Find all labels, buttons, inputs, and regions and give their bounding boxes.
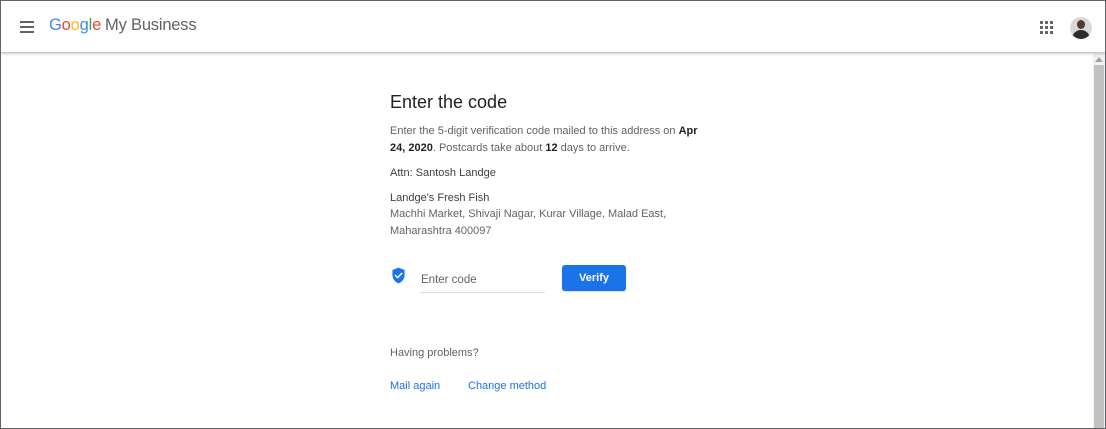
logo-letter: e: [92, 16, 102, 34]
avatar-head: [1077, 20, 1085, 29]
logo-product-name: My Business: [105, 16, 197, 34]
logo-letter: o: [61, 16, 71, 34]
page-title: Enter the code: [390, 92, 508, 112]
grid-dot: [1050, 26, 1053, 29]
browser-frame: Google My Business Enter the code Enter t…: [0, 0, 1106, 429]
grid-dot: [1045, 31, 1048, 34]
logo-letter: o: [70, 16, 80, 34]
grid-dot: [1040, 31, 1043, 34]
address-line-2: Maharashtra 400097: [390, 225, 492, 237]
top-app-bar: Google My Business: [1, 1, 1105, 53]
description-suffix: days to arrive.: [560, 142, 630, 154]
scrollbar-thumb[interactable]: [1094, 65, 1104, 428]
logo-letter: g: [79, 16, 89, 34]
google-my-business-logo[interactable]: Google My Business: [49, 16, 197, 35]
grid-dot: [1045, 26, 1048, 29]
avatar-body: [1072, 30, 1090, 39]
grid-dot: [1050, 21, 1053, 24]
menu-line: [20, 21, 34, 23]
arrival-days: 12: [545, 142, 558, 154]
change-method-link[interactable]: Change method: [468, 380, 546, 392]
attention-line: Attn: Santosh Landge: [390, 167, 496, 179]
scroll-up-arrow-icon[interactable]: [1095, 57, 1103, 62]
menu-line: [20, 26, 34, 28]
verification-code-input[interactable]: [420, 269, 545, 293]
address-line-1: Machhi Market, Shivaji Nagar, Kurar Vill…: [390, 208, 667, 220]
grid-dot: [1050, 31, 1053, 34]
grid-dot: [1040, 21, 1043, 24]
apps-grid-icon[interactable]: [1040, 21, 1054, 35]
user-avatar[interactable]: [1070, 17, 1092, 39]
having-problems-heading: Having problems?: [390, 347, 479, 359]
menu-line: [20, 31, 34, 33]
verified-shield-icon: [392, 267, 405, 284]
logo-letter: G: [49, 16, 62, 34]
description-prefix: Enter the 5-digit verification code mail…: [390, 125, 676, 137]
hamburger-menu-icon[interactable]: [18, 17, 38, 37]
verification-description: Enter the 5-digit verification code mail…: [390, 123, 710, 157]
grid-dot: [1040, 26, 1043, 29]
grid-dot: [1045, 21, 1048, 24]
verify-button[interactable]: Verify: [562, 265, 626, 291]
description-middle: . Postcards take about: [432, 142, 543, 154]
vertical-scrollbar[interactable]: [1093, 53, 1105, 428]
mail-again-link[interactable]: Mail again: [390, 380, 440, 392]
business-name: Landge's Fresh Fish: [390, 192, 490, 204]
